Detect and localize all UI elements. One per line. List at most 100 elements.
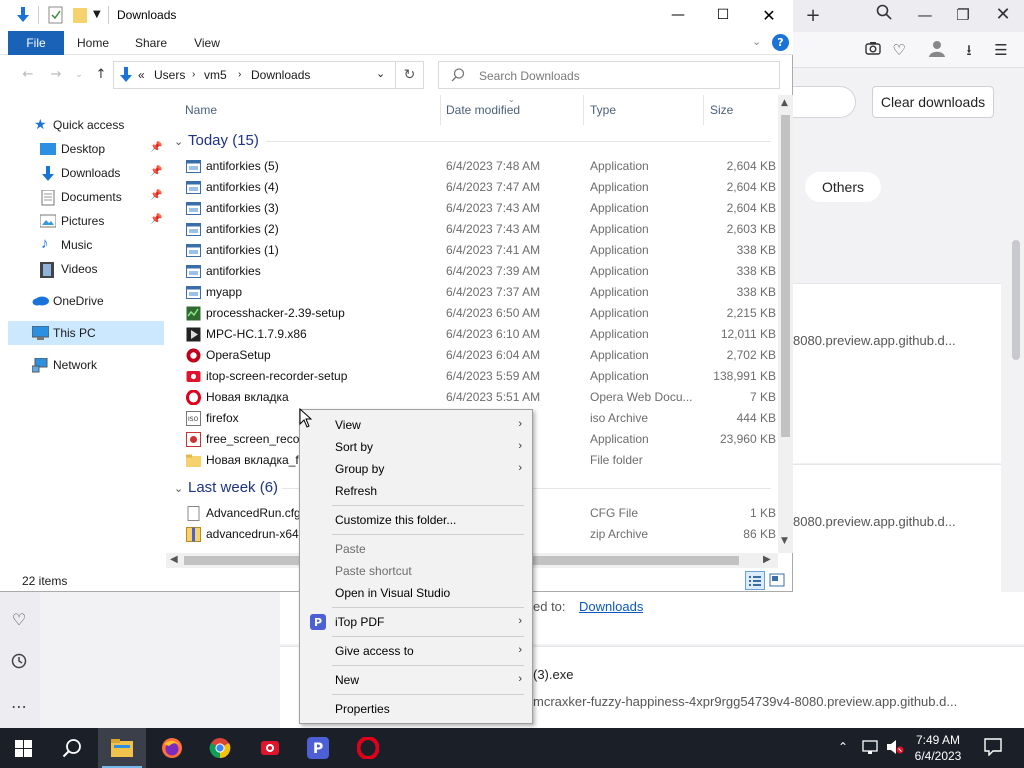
snapshot-icon[interactable] (862, 39, 884, 61)
nav-item-videos[interactable]: Videos (8, 257, 164, 281)
nav-item-network[interactable]: Network (8, 353, 164, 377)
quick-access-download-icon[interactable] (14, 6, 32, 27)
history-icon[interactable] (8, 653, 30, 675)
close-button[interactable]: ✕ (746, 0, 792, 31)
tab-view[interactable]: View (184, 31, 230, 55)
file-row[interactable]: antiforkies (2) 6/4/2023 7:43 AM Applicati… (166, 219, 778, 240)
menu-item-give-access-to[interactable]: Give access to › (302, 640, 530, 662)
menu-item-open-in-visual-studio[interactable]: Open in Visual Studio (302, 582, 530, 604)
menu-item-refresh[interactable]: Refresh (302, 480, 530, 502)
nav-item-quick-access[interactable]: ★ Quick access (8, 113, 164, 137)
browser-minimize-button[interactable]: — (914, 4, 936, 26)
tab-home[interactable]: Home (70, 31, 116, 55)
tab-file[interactable]: File (8, 31, 64, 55)
file-row[interactable]: itop-screen-recorder-setup 6/4/2023 5:59 … (166, 366, 778, 387)
taskbar-file-explorer[interactable] (98, 728, 146, 768)
heart-icon[interactable]: ♡ (8, 609, 30, 631)
customize-toolbar-chevron-icon[interactable]: ▼ (93, 9, 101, 20)
downloads-icon[interactable]: ⭳ (958, 39, 980, 61)
file-row[interactable]: antiforkies 6/4/2023 7:39 AM Application 33… (166, 261, 778, 282)
menu-item-properties[interactable]: Properties (302, 698, 530, 720)
menu-item-view[interactable]: View › (302, 414, 530, 436)
help-icon[interactable]: ? (772, 34, 789, 51)
nav-item-music[interactable]: ♪ Music (8, 233, 164, 257)
nav-item-onedrive[interactable]: OneDrive (8, 289, 164, 313)
maximize-button[interactable]: ☐ (700, 0, 746, 31)
nav-item-this-pc[interactable]: This PC (8, 321, 164, 345)
nav-item-pictures[interactable]: Pictures 📌 (8, 209, 164, 233)
large-icons-view-icon[interactable] (769, 573, 785, 590)
menu-item-new[interactable]: New › (302, 669, 530, 691)
start-button[interactable] (0, 728, 48, 768)
scroll-left-icon[interactable]: ◀ (170, 554, 178, 565)
taskbar-firefox[interactable] (148, 728, 196, 768)
group-header-today[interactable]: ⌄ Today (15) (174, 132, 259, 149)
scroll-down-icon[interactable]: ▼ (781, 536, 788, 546)
file-row[interactable]: antiforkies (5) 6/4/2023 7:48 AM Applicati… (166, 156, 778, 177)
more-icon[interactable]: ⋯ (8, 696, 30, 718)
search-input[interactable]: Search Downloads (438, 61, 780, 89)
tab-share[interactable]: Share (128, 31, 174, 55)
new-tab-icon[interactable]: + (802, 5, 824, 27)
address-bar[interactable]: « Users › vm5 › Downloads ⌄ (113, 61, 396, 89)
network-tray-icon[interactable] (862, 739, 880, 759)
column-header-size[interactable]: Size (710, 103, 733, 117)
browser-restore-button[interactable]: ❐ (952, 4, 974, 26)
clear-downloads-button[interactable]: Clear downloads (872, 86, 994, 118)
breadcrumb-users[interactable]: Users (154, 68, 185, 82)
recent-locations-chevron-icon[interactable]: ⌄ (68, 65, 90, 85)
notifications-icon[interactable] (984, 738, 1002, 760)
breadcrumb-vm5[interactable]: vm5 (204, 68, 227, 82)
refresh-button[interactable]: ↻ (396, 61, 424, 89)
downloads-search-input[interactable] (792, 86, 856, 118)
file-row[interactable]: Новая вкладка 6/4/2023 5:51 AM Opera Web D… (166, 387, 778, 408)
column-header-type[interactable]: Type (590, 103, 616, 117)
heart-icon[interactable]: ♡ (888, 39, 910, 61)
back-button[interactable]: ← (17, 65, 39, 85)
volume-muted-icon[interactable] (886, 739, 904, 759)
file-row[interactable]: myapp 6/4/2023 7:37 AM Application 338 KB (166, 282, 778, 303)
properties-icon[interactable] (48, 6, 64, 27)
forward-button[interactable]: → (45, 65, 67, 85)
taskbar-clock[interactable]: 7:49 AM 6/4/2023 (906, 732, 970, 764)
scroll-right-icon[interactable]: ▶ (763, 554, 771, 565)
scroll-up-icon[interactable]: ▲ (781, 98, 788, 108)
taskbar-chrome[interactable] (196, 728, 244, 768)
taskbar-itop-pdf[interactable]: P (294, 728, 342, 768)
browser-scrollbar[interactable] (1012, 240, 1020, 360)
nav-item-downloads[interactable]: Downloads 📌 (8, 161, 164, 185)
group-header-last-week[interactable]: ⌄ Last week (6) (174, 479, 278, 496)
address-overflow-chevron[interactable]: « (138, 68, 145, 82)
file-row[interactable]: OperaSetup 6/4/2023 6:04 AM Application 2,7… (166, 345, 778, 366)
show-hidden-icons-chevron[interactable]: ⌃ (838, 740, 848, 754)
menu-item-itop-pdf[interactable]: PiTop PDF › (302, 611, 530, 633)
menu-item-sort-by[interactable]: Sort by › (302, 436, 530, 458)
filter-others-button[interactable]: Others (805, 172, 881, 202)
taskbar-opera[interactable] (344, 728, 392, 768)
file-row[interactable]: antiforkies (3) 6/4/2023 7:43 AM Applicati… (166, 198, 778, 219)
menu-item-group-by[interactable]: Group by › (302, 458, 530, 480)
saved-to-downloads-link[interactable]: Downloads (579, 599, 643, 614)
new-folder-icon[interactable] (72, 6, 88, 27)
column-header-name[interactable]: Name (185, 103, 217, 117)
file-list-vertical-scrollbar[interactable]: ▲ ▼ (778, 95, 793, 553)
nav-item-documents[interactable]: Documents 📌 (8, 185, 164, 209)
expand-ribbon-chevron-icon[interactable]: ⌄ (752, 35, 761, 48)
search-tabs-icon[interactable] (873, 4, 895, 26)
menu-item-customize-this-folder[interactable]: Customize this folder... (302, 509, 530, 531)
browser-close-button[interactable]: ✕ (992, 4, 1014, 26)
file-row[interactable]: MPC-HC.1.7.9.x86 6/4/2023 6:10 AM Applicat… (166, 324, 778, 345)
details-view-icon[interactable] (745, 571, 765, 590)
taskbar-search-button[interactable] (48, 728, 96, 768)
scrollbar-thumb[interactable] (781, 115, 790, 437)
file-row[interactable]: antiforkies (1) 6/4/2023 7:41 AM Applicati… (166, 240, 778, 261)
minimize-button[interactable]: — (655, 0, 701, 31)
taskbar-screen-recorder[interactable] (246, 728, 294, 768)
breadcrumb-downloads[interactable]: Downloads (251, 68, 310, 82)
easy-setup-icon[interactable]: ☰ (990, 39, 1012, 61)
up-button[interactable]: ↑ (90, 65, 112, 85)
file-row[interactable]: processhacker-2.39-setup 6/4/2023 6:50 AM… (166, 303, 778, 324)
column-header-date[interactable]: Date modified (446, 103, 520, 117)
file-row[interactable]: antiforkies (4) 6/4/2023 7:47 AM Applicati… (166, 177, 778, 198)
address-dropdown-chevron-icon[interactable]: ⌄ (376, 67, 385, 80)
